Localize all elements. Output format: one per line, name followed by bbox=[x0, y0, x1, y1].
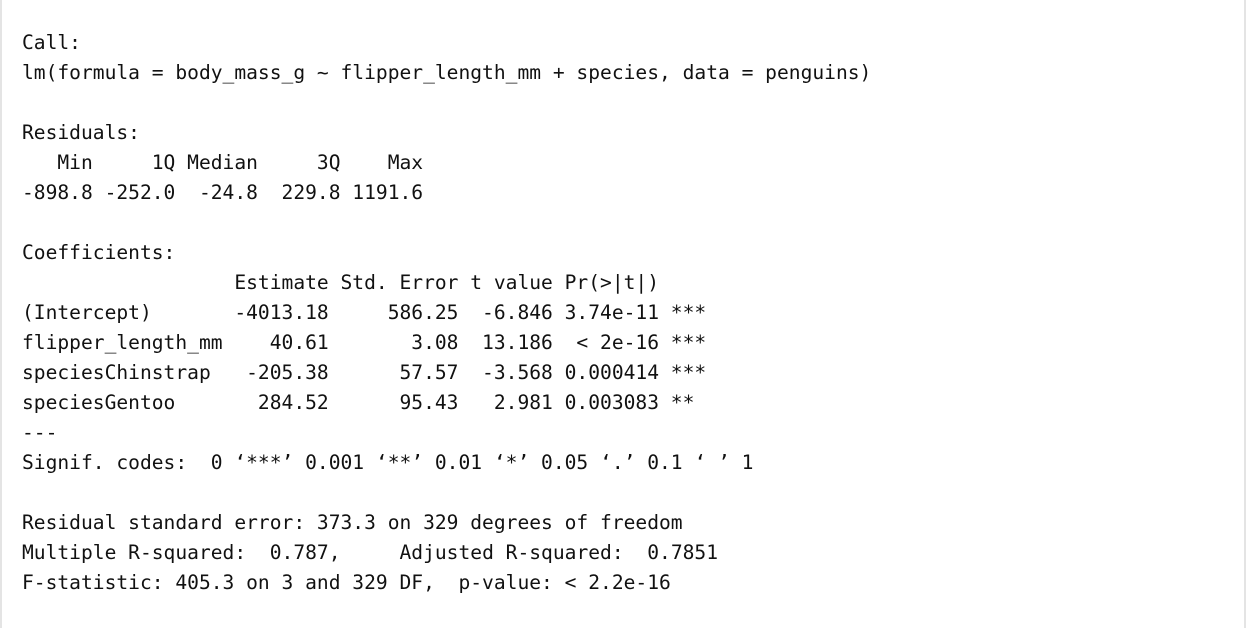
coefficient-row-flipper-length: flipper_length_mm 40.61 3.08 13.186 < 2e… bbox=[22, 331, 707, 354]
residuals-header-row: Min 1Q Median 3Q Max bbox=[22, 151, 435, 174]
separator-line: --- bbox=[22, 421, 58, 444]
coefficient-row-species-gentoo: speciesGentoo 284.52 95.43 2.981 0.00308… bbox=[22, 391, 707, 414]
call-heading: Call: bbox=[22, 31, 81, 54]
call-formula: lm(formula = body_mass_g ~ flipper_lengt… bbox=[22, 61, 872, 84]
coefficient-row-species-chinstrap: speciesChinstrap -205.38 57.57 -3.568 0.… bbox=[22, 361, 707, 384]
residual-standard-error-line: Residual standard error: 373.3 on 329 de… bbox=[22, 511, 683, 534]
residuals-heading: Residuals: bbox=[22, 121, 140, 144]
console-panel: Call: lm(formula = body_mass_g ~ flipper_… bbox=[0, 0, 1246, 628]
residuals-values-row: -898.8 -252.0 -24.8 229.8 1191.6 bbox=[22, 181, 435, 204]
r-squared-line: Multiple R-squared: 0.787, Adjusted R-sq… bbox=[22, 541, 730, 564]
signif-codes-line: Signif. codes: 0 ‘***’ 0.001 ‘**’ 0.01 ‘… bbox=[22, 451, 754, 474]
lm-summary-output: Call: lm(formula = body_mass_g ~ flipper_… bbox=[22, 28, 871, 598]
f-statistic-line: F-statistic: 405.3 on 3 and 329 DF, p-va… bbox=[22, 571, 671, 594]
coefficients-header-row: Estimate Std. Error t value Pr(>|t|) bbox=[22, 271, 707, 294]
coefficients-heading: Coefficients: bbox=[22, 241, 176, 264]
coefficient-row-intercept: (Intercept) -4013.18 586.25 -6.846 3.74e… bbox=[22, 301, 707, 324]
